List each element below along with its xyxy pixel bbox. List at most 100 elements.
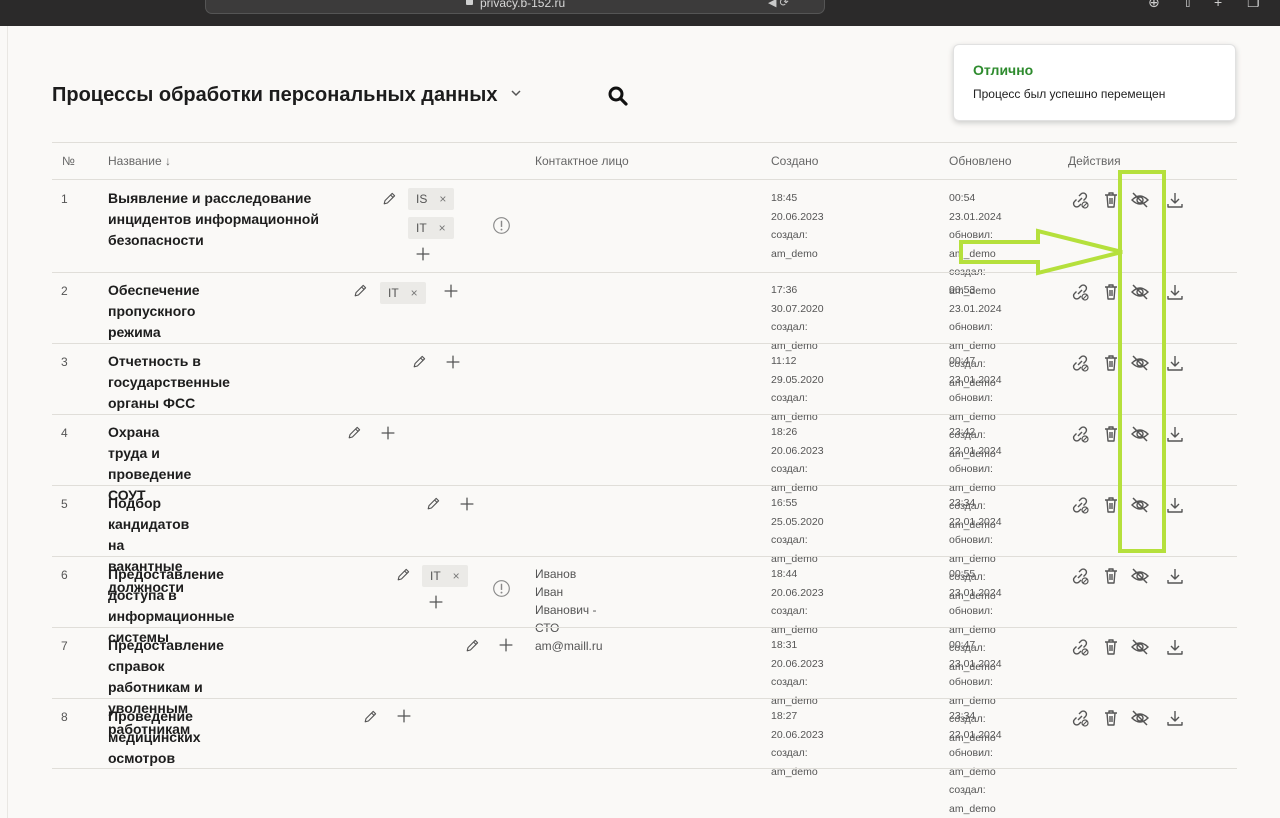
tabs-overview-icon[interactable]: ❐ [1247, 0, 1260, 11]
updated-line: обновил: am_demo [949, 321, 996, 352]
pencil-icon[interactable] [381, 191, 397, 207]
pencil-icon[interactable] [464, 638, 480, 654]
chevron-down-icon[interactable] [510, 86, 522, 100]
trash-icon[interactable] [1101, 637, 1121, 657]
download-icon[interactable] [1165, 495, 1185, 515]
link-icon[interactable] [1070, 708, 1090, 728]
tag-chip: IT × [422, 565, 468, 587]
created-line: создал: am_demo [771, 676, 818, 707]
updated-line: обновил: am_demo [949, 392, 996, 423]
tag-label: IT [388, 286, 399, 300]
close-icon[interactable]: × [439, 192, 446, 206]
created-line: создал: am_demo [771, 534, 818, 565]
created-line: 18:26 20.06.2023 [771, 426, 824, 457]
download-icon[interactable] [1165, 708, 1185, 728]
download-icon[interactable] [1165, 282, 1185, 302]
eye-off-icon[interactable] [1130, 637, 1150, 657]
row-divider [52, 768, 1237, 769]
link-icon[interactable] [1070, 190, 1090, 210]
plus-icon[interactable] [428, 594, 444, 610]
tag-chip: IT × [408, 217, 454, 239]
pencil-icon[interactable] [362, 709, 378, 725]
row-number: 7 [61, 639, 68, 653]
eye-off-icon[interactable] [1130, 708, 1150, 728]
created-line: создал: am_demo [771, 392, 818, 423]
header-name[interactable]: Название ↓ [108, 154, 171, 168]
created-line: создал: am_demo [771, 605, 818, 636]
download-icon[interactable]: ⊕ [1148, 0, 1160, 11]
created-info: 18:27 20.06.2023 создал: am_demo [771, 707, 824, 781]
toast-message: Процесс был успешно перемещен [973, 87, 1166, 101]
process-name-line: инцидентов информационной [108, 211, 319, 227]
speaker-icon[interactable]: ◀ ⟳ [768, 0, 789, 9]
address-url: privacy.b-152.ru [480, 0, 566, 10]
row-number: 3 [61, 355, 68, 369]
tag-label: IS [416, 192, 428, 206]
row-divider [52, 698, 1237, 699]
row-number: 6 [61, 568, 68, 582]
process-name-line: Предоставление доступа в [108, 566, 224, 603]
download-icon[interactable] [1165, 190, 1185, 210]
plus-icon[interactable] [380, 425, 396, 441]
plus-icon[interactable] [498, 637, 514, 653]
pencil-icon[interactable] [425, 496, 441, 512]
tag-chip: IT × [380, 282, 426, 304]
trash-icon[interactable] [1101, 566, 1121, 586]
arrow-annotation [959, 228, 1123, 276]
link-icon[interactable] [1070, 353, 1090, 373]
row-divider [52, 343, 1237, 344]
updated-line: обновил: am_demo [949, 747, 996, 778]
updated-line: обновил: am_demo [949, 605, 996, 636]
plus-icon[interactable] [443, 283, 459, 299]
process-name-link[interactable]: Проведение медицинских осмотров [108, 706, 201, 769]
created-line: 17:36 30.07.2020 [771, 284, 824, 315]
process-name-link[interactable]: Выявление и расследование инцидентов инфо… [108, 188, 368, 251]
close-icon[interactable]: × [411, 286, 418, 300]
download-icon[interactable] [1165, 353, 1185, 373]
search-icon[interactable] [608, 86, 628, 106]
download-icon[interactable] [1165, 637, 1185, 657]
updated-info: 23:34 22.01.2024 обновил: am_demo создал: … [949, 707, 1002, 818]
plus-icon[interactable] [445, 354, 461, 370]
link-icon[interactable] [1070, 566, 1090, 586]
close-icon[interactable]: × [439, 221, 446, 235]
header-number: № [62, 154, 75, 168]
info-circle-icon [493, 217, 510, 234]
share-icon[interactable]: ⇧ [1182, 0, 1194, 11]
sidebar-edge [7, 26, 8, 818]
page-title: Процессы обработки персональных данных [52, 84, 498, 106]
tag-chip: IS × [408, 188, 455, 210]
contact-person: Иванов Иван Иванович - СТО am@maill.ru [535, 565, 603, 655]
link-icon[interactable] [1070, 495, 1090, 515]
process-name-line: Отчетность в государственные органы ФСС [108, 353, 230, 411]
plus-icon[interactable] [415, 246, 431, 262]
link-icon[interactable] [1070, 282, 1090, 302]
header-updated: Обновлено [949, 154, 1012, 168]
created-line: 18:45 20.06.2023 [771, 192, 824, 223]
success-toast: Отлично Процесс был успешно перемещен [953, 44, 1236, 121]
new-tab-icon[interactable]: + [1214, 0, 1222, 10]
link-icon[interactable] [1070, 637, 1090, 657]
download-icon[interactable] [1165, 424, 1185, 444]
row-number: 2 [61, 284, 68, 298]
link-icon[interactable] [1070, 424, 1090, 444]
plus-icon[interactable] [396, 708, 412, 724]
plus-icon[interactable] [459, 496, 475, 512]
trash-icon[interactable] [1101, 708, 1121, 728]
row-divider [52, 627, 1237, 628]
tag-label: IT [430, 569, 441, 583]
download-icon[interactable] [1165, 566, 1185, 586]
pencil-icon[interactable] [395, 567, 411, 583]
eye-off-icon[interactable] [1130, 566, 1150, 586]
process-name-line: Проведение медицинских осмотров [108, 708, 201, 766]
pencil-icon[interactable] [352, 283, 368, 299]
process-name-line: Выявление и расследование [108, 190, 312, 206]
row-number: 4 [61, 426, 68, 440]
updated-line: обновил: am_demo [949, 676, 996, 707]
pencil-icon[interactable] [411, 354, 427, 370]
close-icon[interactable]: × [453, 569, 460, 583]
process-name-link[interactable]: Отчетность в государственные органы ФСС [108, 351, 230, 414]
pencil-icon[interactable] [346, 425, 362, 441]
process-name-link[interactable]: Обеспечение пропускного режима [108, 280, 200, 343]
updated-line: 00:54 23.01.2024 [949, 192, 1002, 223]
